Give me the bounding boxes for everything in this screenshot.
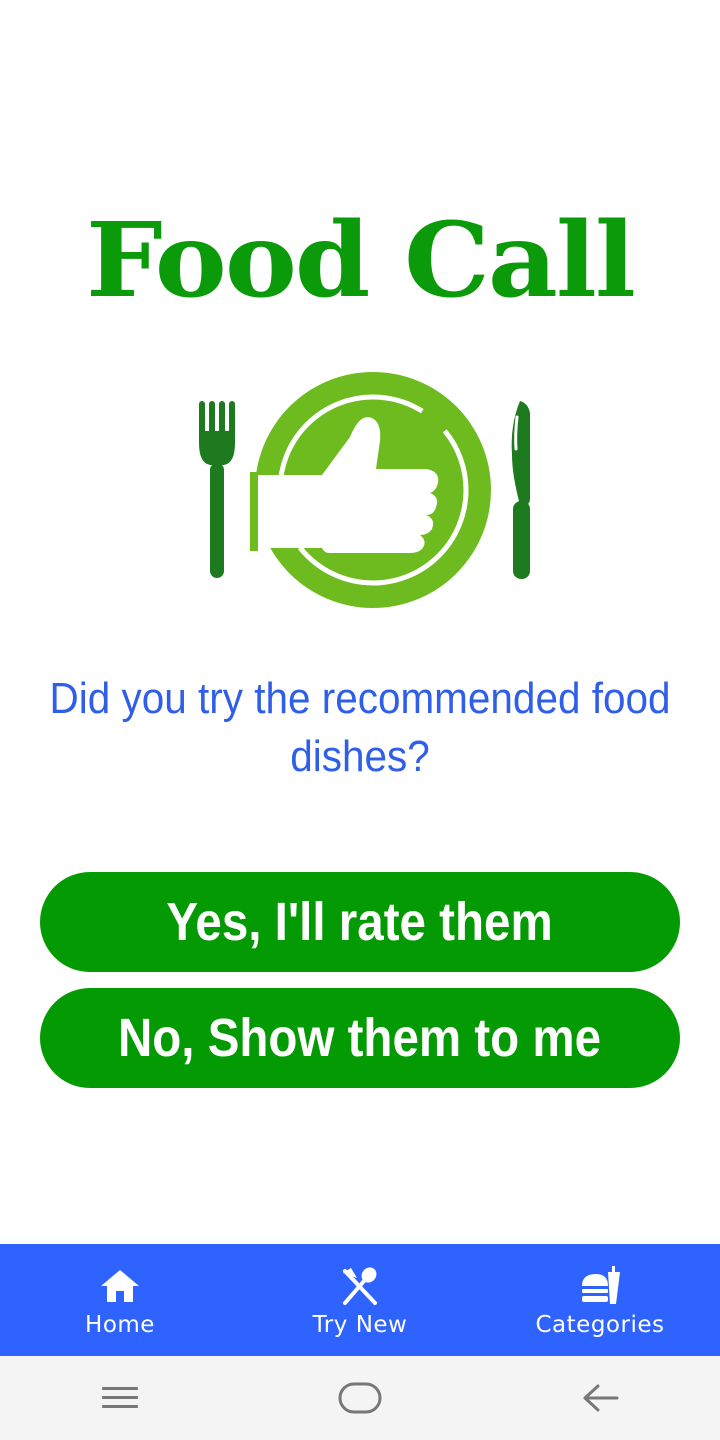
food-call-logo [190,365,550,615]
recommendation-question: Did you try the recommended food dishes? [49,674,671,781]
knife-icon [511,401,530,579]
nav-item-categories[interactable]: Categories [480,1244,720,1356]
home-pill-icon [338,1382,382,1414]
fork-spoon-icon [343,1267,377,1305]
nav-item-try-new[interactable]: Try New [240,1244,480,1356]
app-screen: Food Call Did you try the recommended fo… [0,0,720,1440]
logo-graphic [199,372,530,608]
system-navigation-bar [0,1356,720,1440]
system-home-button[interactable] [320,1368,400,1428]
nav-label-try-new: Try New [312,1312,408,1338]
show-them-label: No, Show them to me [118,1008,602,1068]
fork-icon [199,401,235,578]
home-icon [101,1270,139,1302]
app-title: Food Call [86,201,636,321]
nav-label-home: Home [85,1312,155,1338]
menu-icon [102,1387,138,1408]
bottom-navigation: Home Try New Categories [0,1244,720,1356]
nav-item-home[interactable]: Home [0,1244,240,1356]
back-arrow-icon [583,1384,619,1412]
system-menu-button[interactable] [80,1368,160,1428]
rate-them-button[interactable]: Yes, I'll rate them [40,872,680,972]
system-back-button[interactable] [560,1368,640,1428]
rate-them-label: Yes, I'll rate them [166,892,554,952]
show-them-button[interactable]: No, Show them to me [40,988,680,1088]
fastfood-icon [582,1266,620,1304]
nav-label-categories: Categories [535,1312,665,1338]
